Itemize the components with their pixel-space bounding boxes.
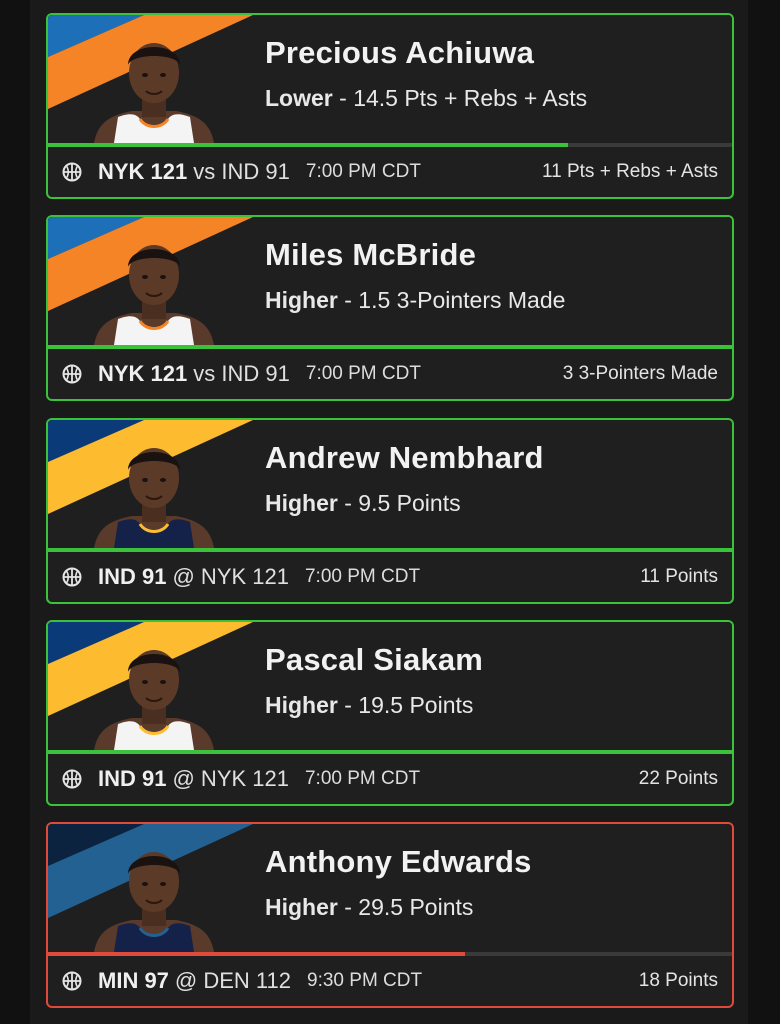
- player-headshot: [94, 852, 214, 952]
- pick-card-header: Miles McBride Higher - 1.5 3-Pointers Ma…: [48, 217, 732, 345]
- basketball-icon: [62, 567, 82, 587]
- pick-line: Higher - 1.5 3-Pointers Made: [265, 287, 566, 313]
- picks-screen: Precious Achiuwa Lower - 14.5 Pts + Rebs…: [0, 0, 780, 1024]
- game-info-row: IND 91 @ NYK 121 7:00 PM CDT 11 Points: [48, 552, 732, 602]
- pick-stat-line: 14.5 Pts + Rebs + Asts: [353, 85, 588, 111]
- game-time: 9:30 PM CDT: [307, 970, 423, 991]
- player-name: Andrew Nembhard: [265, 440, 544, 475]
- pick-direction: Higher: [265, 490, 338, 516]
- game-time: 7:00 PM CDT: [305, 161, 421, 182]
- pick-card-header: Anthony Edwards Higher - 29.5 Points: [48, 824, 732, 952]
- pick-stat-line: 1.5 3-Pointers Made: [358, 287, 566, 313]
- opponent-score: vs IND 91: [193, 361, 290, 386]
- left-gutter: [0, 0, 30, 1024]
- game-info-row: NYK 121 vs IND 91 7:00 PM CDT 3 3-Pointe…: [48, 349, 732, 399]
- pick-line: Higher - 19.5 Points: [265, 692, 474, 718]
- player-name: Anthony Edwards: [265, 844, 532, 879]
- pick-line: Lower - 14.5 Pts + Rebs + Asts: [265, 85, 588, 111]
- pick-card[interactable]: Pascal Siakam Higher - 19.5 Points IND 9…: [46, 620, 734, 806]
- pick-direction: Higher: [265, 692, 338, 718]
- game-info-row: NYK 121 vs IND 91 7:00 PM CDT 11 Pts + R…: [48, 147, 732, 197]
- opponent-score: @ DEN 112: [174, 968, 292, 993]
- basketball-icon: [62, 769, 82, 789]
- player-headshot: [94, 448, 214, 548]
- game-info-row: IND 91 @ NYK 121 7:00 PM CDT 22 Points: [48, 754, 732, 804]
- team-score: IND 91: [98, 766, 167, 791]
- actual-result: 3 3-Pointers Made: [562, 363, 718, 384]
- pick-card-header: Precious Achiuwa Lower - 14.5 Pts + Rebs…: [48, 15, 732, 143]
- pick-direction: Lower: [265, 85, 333, 111]
- player-headshot: [94, 650, 214, 750]
- pick-card[interactable]: Andrew Nembhard Higher - 9.5 Points IND …: [46, 418, 734, 604]
- game-time: 7:00 PM CDT: [304, 566, 421, 587]
- pick-stat-line: 19.5 Points: [358, 692, 474, 718]
- pick-direction: Higher: [265, 894, 338, 920]
- pick-card[interactable]: Anthony Edwards Higher - 29.5 Points MIN…: [46, 822, 734, 1008]
- player-headshot: [94, 245, 214, 345]
- player-headshot: [94, 43, 214, 143]
- team-score: NYK 121: [98, 361, 188, 386]
- pick-stat-line: 9.5 Points: [358, 490, 461, 516]
- actual-result: 22 Points: [638, 768, 718, 789]
- basketball-icon: [62, 364, 82, 384]
- basketball-icon: [62, 162, 82, 182]
- actual-result: 11 Pts + Rebs + Asts: [541, 161, 718, 182]
- basketball-icon: [62, 971, 82, 991]
- opponent-score: vs IND 91: [193, 159, 290, 184]
- pick-card-header: Andrew Nembhard Higher - 9.5 Points: [48, 420, 732, 548]
- pick-line: Higher - 9.5 Points: [265, 490, 461, 516]
- actual-result: 18 Points: [638, 970, 718, 991]
- player-name: Precious Achiuwa: [265, 35, 535, 70]
- game-time: 7:00 PM CDT: [304, 768, 421, 789]
- team-score: MIN 97: [98, 968, 169, 993]
- pick-card[interactable]: Miles McBride Higher - 1.5 3-Pointers Ma…: [46, 215, 734, 401]
- pick-card[interactable]: Precious Achiuwa Lower - 14.5 Pts + Rebs…: [46, 13, 734, 199]
- pick-card-header: Pascal Siakam Higher - 19.5 Points: [48, 622, 732, 750]
- player-name: Pascal Siakam: [265, 642, 484, 677]
- right-gutter: [748, 0, 780, 1024]
- player-name: Miles McBride: [265, 237, 477, 272]
- pick-direction: Higher: [265, 287, 338, 313]
- team-score: NYK 121: [98, 159, 188, 184]
- pick-line: Higher - 29.5 Points: [265, 894, 474, 920]
- actual-result: 11 Points: [640, 566, 718, 587]
- game-time: 7:00 PM CDT: [305, 363, 421, 384]
- game-info-row: MIN 97 @ DEN 112 9:30 PM CDT 18 Points: [48, 956, 732, 1006]
- pick-stat-line: 29.5 Points: [358, 894, 474, 920]
- team-score: IND 91: [98, 564, 167, 589]
- opponent-score: @ NYK 121: [172, 564, 289, 589]
- opponent-score: @ NYK 121: [172, 766, 289, 791]
